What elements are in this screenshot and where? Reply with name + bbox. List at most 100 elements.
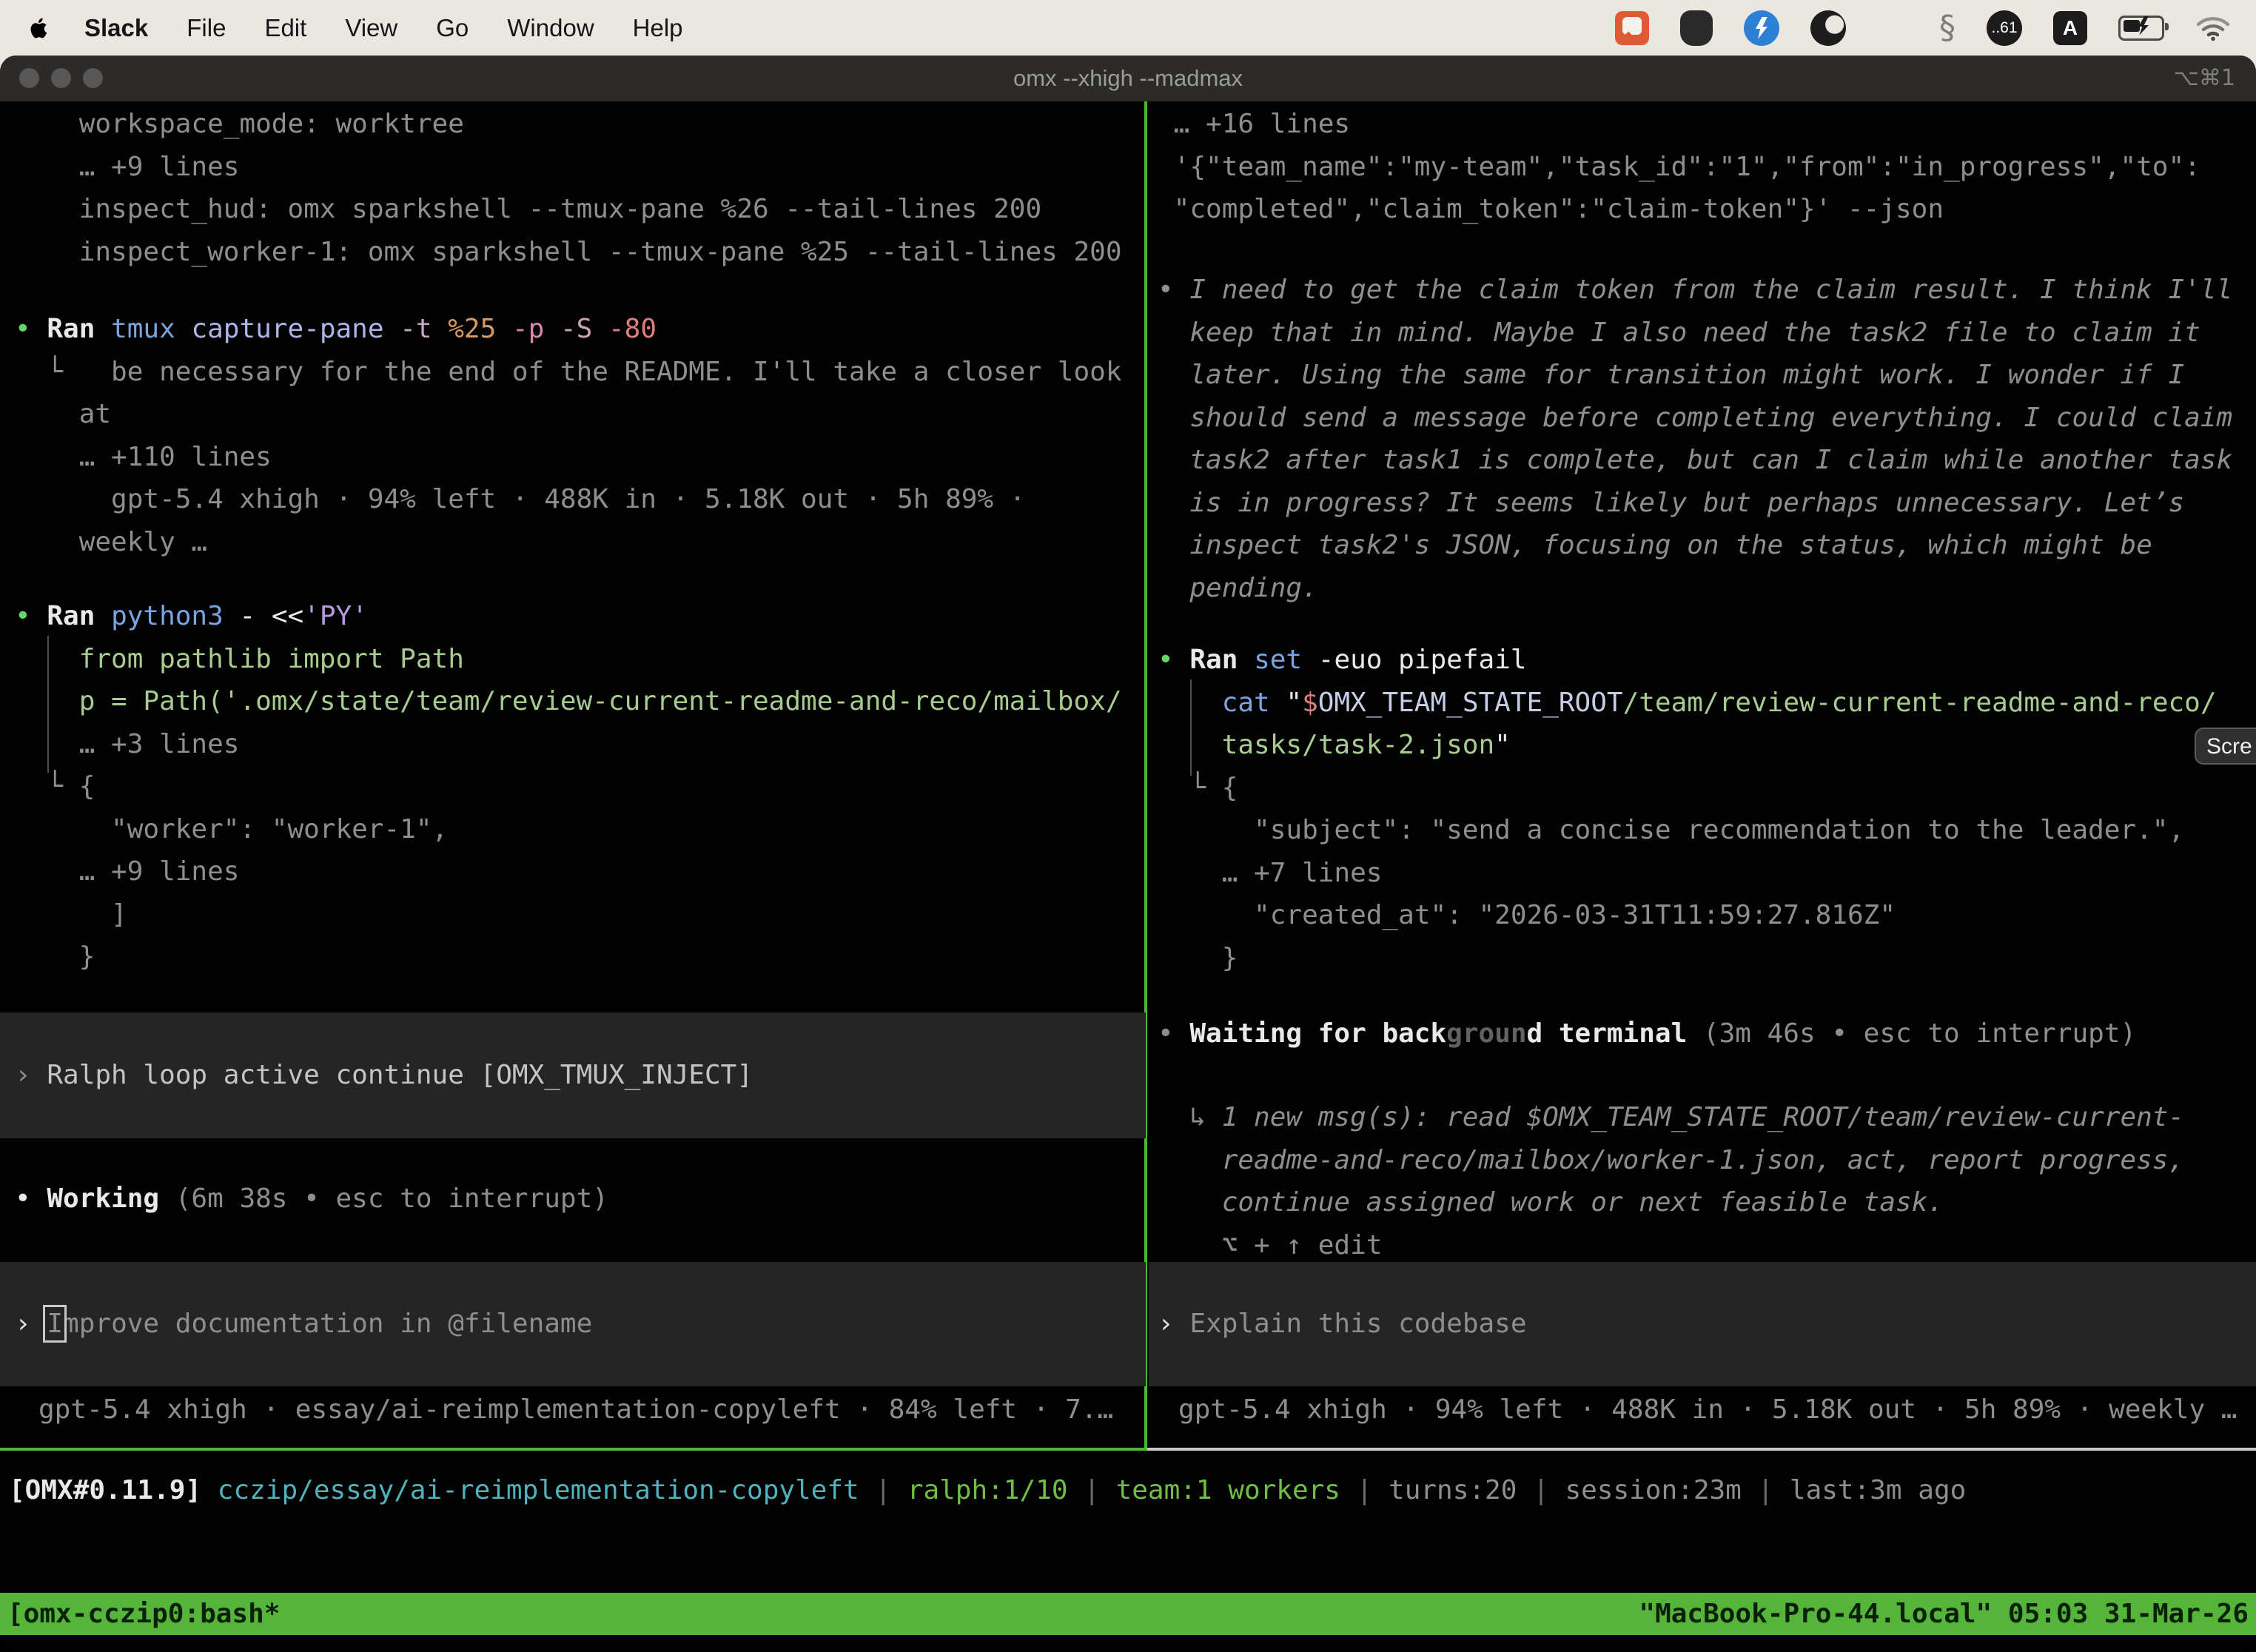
text-segment: -euo pipefail: [1318, 645, 1527, 675]
tmux-status-bar[interactable]: [omx-cczip0:bash* "MacBook-Pro-44.local"…: [0, 1593, 2256, 1635]
terminal-line: "worker": "worker-1",: [15, 808, 1146, 851]
text-segment: |: [1742, 1475, 1790, 1505]
text-segment: should send a message before completing …: [1158, 403, 2232, 433]
squiggle-icon[interactable]: §: [1939, 9, 1955, 47]
text-segment: I need to get the claim token from the c…: [1189, 275, 2232, 305]
blue-bolt-icon[interactable]: [1744, 10, 1779, 46]
text-segment: … +9 lines: [15, 856, 239, 887]
terminal-line: ]: [15, 893, 1146, 936]
moon-crescent-icon[interactable]: [1810, 10, 1846, 46]
left-pane-ralph-banner: › Ralph loop active continue [OMX_TMUX_I…: [0, 1013, 1146, 1138]
right-pane-ran-cat-block: • Ran set -euo pipefail cat "$OMX_TEAM_S…: [1149, 639, 2256, 979]
text-segment: |: [1068, 1475, 1116, 1505]
terminal-line: "created_at": "2026-03-31T11:59:27.816Z": [1158, 894, 2256, 937]
terminal-line: readme-and-reco/mailbox/worker-1.json, a…: [1158, 1139, 2256, 1182]
terminal-content[interactable]: workspace_mode: worktree … +9 lines insp…: [0, 101, 2256, 1652]
text-segment: Ran: [47, 314, 111, 344]
text-segment: at: [15, 399, 111, 429]
tree-connector-line: [47, 636, 49, 773]
menu-window[interactable]: Window: [507, 14, 594, 42]
terminal-line: └ {: [15, 765, 1146, 808]
text-segment: later. Using the same for transition mig…: [1158, 360, 2184, 390]
text-segment: tmux: [111, 314, 191, 344]
terminal-line: › Improve documentation in @filename: [15, 1303, 1146, 1346]
left-pane-input-box[interactable]: › Improve documentation in @filename: [0, 1262, 1146, 1386]
text-segment: "completed","claim_token":"claim-token"}…: [1158, 194, 1944, 224]
terminal-line: }: [1158, 937, 2256, 980]
terminal-line: inspect_hud: omx sparkshell --tmux-pane …: [15, 188, 1146, 231]
terminal-line: … +16 lines: [1158, 103, 2256, 146]
terminal-line: • Waiting for background terminal (3m 46…: [1158, 1013, 2256, 1055]
terminal-line: continue assigned work or next feasible …: [1158, 1181, 2256, 1224]
shield-grid-icon[interactable]: [1680, 10, 1713, 46]
text-segment: •: [15, 1183, 47, 1214]
terminal-line: "subject": "send a concise recommendatio…: [1158, 809, 2256, 852]
terminal-line: weekly …: [15, 521, 1146, 564]
text-segment: Explain this codebase: [1189, 1309, 1526, 1339]
terminal-line: ⌥ + ↑ edit: [1158, 1224, 2256, 1267]
text-segment: ›: [15, 1060, 47, 1090]
right-pane-status-line: gpt-5.4 xhigh · 94% left · 488K in · 5.1…: [1149, 1389, 2256, 1431]
badge-61-icon[interactable]: ..61: [1987, 10, 2022, 46]
terminal-line: • I need to get the claim token from the…: [1158, 269, 2256, 312]
text-segment: pending.: [1158, 573, 1318, 603]
terminal-line: … +110 lines: [15, 436, 1146, 479]
terminal-line: [OMX#0.11.9] cczip/essay/ai-reimplementa…: [9, 1469, 2256, 1512]
terminal-line: is in progress? It seems likely but perh…: [1158, 482, 2256, 525]
text-segment: "worker": "worker-1",: [15, 814, 448, 845]
menu-go[interactable]: Go: [436, 14, 469, 42]
wifi-icon[interactable]: [2195, 14, 2231, 42]
terminal-line: cat "$OMX_TEAM_STATE_ROOT/team/review-cu…: [1158, 682, 2256, 725]
menu-view[interactable]: View: [345, 14, 397, 42]
left-pane-working-status: • Working (6m 38s • esc to interrupt): [0, 1178, 1146, 1220]
text-segment: 1 new msg(s): read $OMX_TEAM_STATE_ROOT/…: [1222, 1102, 2184, 1132]
tmux-session-name: [omx-cczip0:bash*: [7, 1593, 280, 1636]
menu-edit[interactable]: Edit: [264, 14, 306, 42]
text-segment: task2 after task1 is complete, but can I…: [1158, 445, 2232, 475]
input-source-icon[interactable]: A: [2053, 11, 2087, 45]
terminal-line: … +3 lines: [15, 723, 1146, 766]
text-segment: inspect_worker-1: omx sparkshell --tmux-…: [15, 237, 1122, 267]
left-pane-ran-tmux-block: • Ran tmux capture-pane -t %25 -p -S -80…: [0, 308, 1146, 563]
menu-file[interactable]: File: [187, 14, 226, 42]
left-pane-config-output: workspace_mode: worktree … +9 lines insp…: [0, 103, 1146, 273]
omx-status-bar: [OMX#0.11.9] cczip/essay/ai-reimplementa…: [0, 1469, 2256, 1512]
text-cursor: I: [47, 1309, 63, 1339]
menu-help[interactable]: Help: [633, 14, 683, 42]
screen-overlay-tooltip: Scre: [2195, 728, 2256, 765]
text-segment: 'PY': [303, 601, 368, 631]
text-segment: ›: [15, 1309, 47, 1339]
terminal-line: "completed","claim_token":"claim-token"}…: [1158, 188, 2256, 231]
text-segment: /team/review-current-readme-and-reco/: [1623, 688, 2217, 718]
text-segment: ": [1494, 730, 1511, 760]
terminal-line: › Explain this codebase: [1158, 1303, 2256, 1346]
text-segment: |: [859, 1475, 907, 1505]
text-segment: •: [1158, 645, 1189, 675]
text-segment: Ralph loop active continue [OMX_TMUX_INJ…: [47, 1060, 753, 1090]
apple-menu-icon[interactable]: [25, 11, 55, 45]
text-segment: set: [1254, 645, 1318, 675]
text-segment: Ran: [47, 601, 111, 631]
right-pane-input-box[interactable]: › Explain this codebase: [1149, 1262, 2256, 1386]
text-segment: [201, 1475, 218, 1505]
terminal-line: … +7 lines: [1158, 852, 2256, 895]
text-segment: └ be necessary for the end of the README…: [15, 357, 1122, 387]
chat-app-icon[interactable]: [1615, 11, 1649, 45]
terminal-line: gpt-5.4 xhigh · 94% left · 488K in · 5.1…: [15, 478, 1146, 521]
text-segment: •: [1158, 275, 1189, 305]
battery-charging-icon[interactable]: [2118, 16, 2164, 41]
text-segment: team:1 workers: [1116, 1475, 1340, 1505]
terminal-line: keep that in mind. Maybe I also need the…: [1158, 312, 2256, 355]
text-segment: continue assigned work or next feasible …: [1158, 1187, 1944, 1218]
terminal-line: from pathlib import Path: [15, 638, 1146, 681]
dots-grid-icon[interactable]: [1877, 13, 1908, 44]
right-pane-mailbox-message: ↳ 1 new msg(s): read $OMX_TEAM_STATE_ROO…: [1149, 1096, 2256, 1266]
text-segment: •: [15, 314, 47, 344]
text-segment: turns:20: [1389, 1475, 1517, 1505]
text-segment: gpt-5.4 xhigh · 94% left · 488K in · 5.1…: [15, 484, 1025, 514]
text-segment: readme-and-reco/mailbox/worker-1.json, a…: [1158, 1145, 2184, 1175]
window-shortcut-hint: ⌥⌘1: [2173, 56, 2235, 101]
menu-app-name[interactable]: Slack: [84, 14, 148, 42]
text-segment: cczip/essay/ai-reimplementation-copyleft: [218, 1475, 859, 1505]
window-title-bar[interactable]: omx --xhigh --madmax ⌥⌘1: [0, 56, 2256, 101]
